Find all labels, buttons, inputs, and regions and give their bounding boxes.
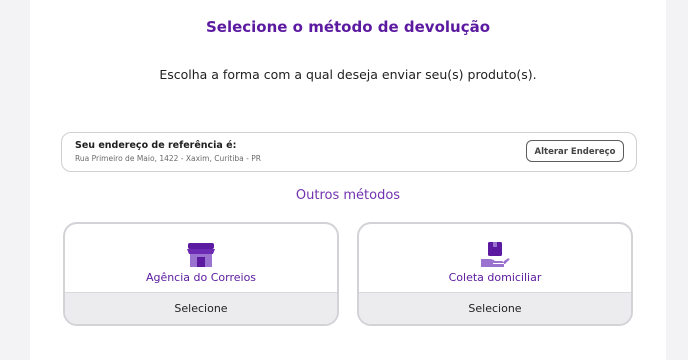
option-label-home-pickup: Coleta domiciliar [448, 271, 542, 284]
page-title: Selecione o método de devolução [205, 18, 491, 36]
option-card-correios[interactable]: Agência do Correios Selecione [63, 222, 339, 326]
select-button-correios[interactable]: Selecione [65, 292, 337, 324]
reference-address-box: Seu endereço de referência é: Rua Primei… [61, 132, 637, 172]
select-button-home-pickup[interactable]: Selecione [359, 292, 631, 324]
address-line: Rua Primeiro de Maio, 1422 - Xaxim, Curi… [75, 154, 261, 163]
option-card-home-pickup[interactable]: Coleta domiciliar Selecione [357, 222, 633, 326]
option-label-correios: Agência do Correios [145, 271, 257, 284]
other-methods-heading: Outros métodos [295, 188, 401, 203]
address-title: Seu endereço de referência é: [75, 140, 237, 151]
change-address-button[interactable]: Alterar Endereço [526, 140, 624, 162]
package-hand-icon [479, 240, 511, 270]
page-subtitle: Escolha a forma com a qual deseja enviar… [159, 67, 537, 82]
storefront-icon [185, 240, 217, 270]
return-method-panel: Selecione o método de devolução Escolha … [30, 0, 666, 360]
